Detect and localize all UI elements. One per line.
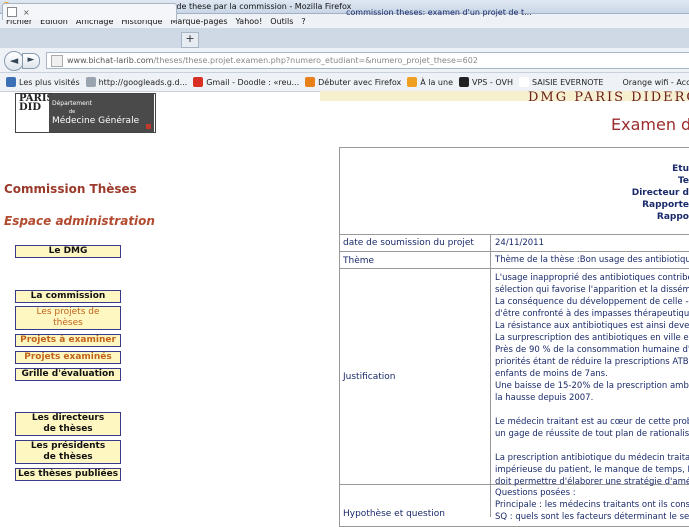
page-title: Examen d'u — [611, 115, 689, 134]
bookmark-label: Gmail - Doodle : «reu... — [206, 77, 300, 87]
bookmark-label: À la une — [420, 77, 453, 87]
tab-strip — [0, 28, 689, 48]
text-line: L'usage inapproprié des antibiotiques co… — [495, 273, 689, 283]
bookmark-icon — [609, 77, 620, 87]
text-line: La surprescription des antibiotiques en … — [495, 333, 689, 343]
text-line: Près de 90 % de la consommation humaine … — [495, 345, 689, 355]
text-line: impérieuse du patient, le manque de temp… — [495, 465, 689, 475]
header-line: Rappo — [656, 212, 689, 222]
hypothese-text: Questions posées : Principale : les médec… — [495, 487, 689, 523]
bookmark-icon — [85, 77, 96, 87]
bookmark-item[interactable]: Débuter avec Firefox — [305, 77, 401, 87]
text-line: enfants de moins de 7ans. — [495, 369, 608, 379]
bookmark-label: Les plus visités — [19, 77, 80, 87]
menu-help[interactable]: ? — [301, 17, 305, 26]
tab-label: commission theses: examen d'un projet de… — [346, 7, 532, 17]
close-tab-icon[interactable]: × — [23, 8, 30, 17]
date-value: 24/11/2011 — [495, 238, 544, 248]
sidebar-link[interactable]: Projets à examiner — [15, 334, 121, 347]
hypothese-label: Hypothèse et question — [343, 509, 445, 519]
text-line: Une baisse de 15-20% de la prescription … — [495, 381, 689, 391]
text-line — [495, 440, 689, 452]
site-favicon-icon — [51, 54, 63, 67]
logo-department-block: Département de Médecine Générale — [49, 94, 154, 132]
bookmark-item[interactable]: Gmail - Doodle : «reu... — [193, 77, 299, 87]
text-line: la hausse depuis 2007. — [495, 393, 594, 403]
bookmark-icon — [519, 77, 529, 87]
bookmark-item[interactable]: Orange wifi - Accueil — [609, 77, 689, 87]
header-line: Rapporte — [642, 200, 689, 210]
url-domain: www.bichat-larib.com — [67, 56, 154, 65]
new-tab-button[interactable]: + — [181, 32, 199, 48]
theme-label: Thème — [343, 256, 375, 266]
text-line: La résistance aux antibiotiques est ains… — [495, 321, 689, 331]
page-icon — [7, 7, 17, 17]
bookmark-icon — [305, 77, 316, 87]
tab-commission-theses[interactable]: commission theses: examen d'un projet de… — [2, 3, 532, 20]
header-line: Directeur d — [631, 188, 689, 198]
sidebar-link[interactable]: La commission — [15, 290, 121, 303]
bookmark-icon — [407, 77, 418, 87]
forward-button[interactable]: ► — [22, 53, 40, 69]
text-line: priorités étant de réduire la prescripti… — [495, 357, 689, 367]
text-line — [495, 404, 689, 416]
text-line: d'être confronté à des impasses thérapeu… — [495, 309, 689, 319]
bookmark-item[interactable]: SAISIE EVERNOTE — [519, 77, 603, 87]
logo-paris-text: PARIS DID — [19, 93, 54, 113]
sidebar-link[interactable]: Les présidents de thèses — [15, 440, 121, 464]
sidebar-subheading: Espace administration — [4, 214, 155, 228]
student-info-block: Etu Te Directeur d Rapporte Rappo — [560, 163, 689, 223]
sidebar-link[interactable]: Les projets de thèses — [15, 306, 121, 330]
bookmark-item[interactable]: À la une — [407, 77, 453, 87]
bookmark-item[interactable]: VPS - OVH — [459, 77, 513, 87]
bookmark-label: SAISIE EVERNOTE — [532, 77, 604, 87]
bookmark-label: Débuter avec Firefox — [318, 77, 402, 87]
table-divider — [339, 268, 689, 269]
url-bar[interactable]: www.bichat-larib.com /theses/these.proje… — [46, 52, 689, 69]
sidebar-link[interactable]: Projets examinés — [15, 351, 121, 364]
sidebar-link[interactable]: Les directeurs de thèses — [15, 412, 121, 436]
logo-line-1: Département — [52, 100, 92, 107]
justification-label: Justification — [343, 372, 396, 382]
text-line: Questions posées : — [495, 488, 576, 498]
bookmark-icon — [459, 77, 469, 87]
table-divider — [339, 251, 689, 252]
sidebar-heading: Commission Thèses — [4, 182, 137, 196]
bookmark-item[interactable]: http://googleads.g.d... — [85, 77, 188, 87]
menu-marque-pages[interactable]: Marque-pages — [170, 17, 227, 26]
bookmark-item[interactable]: Les plus visités — [6, 77, 80, 87]
menu-outils[interactable]: Outils — [270, 17, 293, 26]
date-label: date de soumission du projet — [343, 238, 474, 248]
text-line: La conséquence du développement de celle… — [495, 297, 689, 307]
table-divider — [339, 234, 689, 235]
menu-yahoo[interactable]: Yahoo! — [236, 17, 263, 26]
text-line: sélection qui favorise l'apparition et l… — [495, 285, 689, 295]
bookmark-label: http://googleads.g.d... — [98, 77, 188, 87]
bookmark-icon — [6, 77, 16, 87]
text-line: SQ : quels sont les facteurs déterminant… — [495, 512, 689, 522]
dmg-logo: PARIS DID Département de Médecine Généra… — [15, 93, 156, 133]
sidebar-link[interactable]: Les thèses publiées — [15, 468, 121, 481]
url-path: /theses/these.projet.examen.php?numero_e… — [153, 56, 478, 65]
bookmark-label: Orange wifi - Accueil — [622, 77, 689, 87]
bookmark-icon — [193, 77, 204, 87]
justification-text: L'usage inapproprié des antibiotiques co… — [495, 272, 689, 488]
logo-line-3: Médecine Générale — [52, 116, 140, 126]
dmg-title: DMG PARIS DIDERO — [528, 90, 689, 105]
text-line: Le médecin traitant est au cœur de cette… — [495, 417, 689, 427]
back-button[interactable]: ◄ — [4, 51, 24, 71]
logo-line-2: de — [69, 109, 76, 115]
header-line: Etu — [672, 164, 689, 174]
logo-red-square — [146, 124, 151, 129]
header-line: Te — [677, 176, 689, 186]
text-line: La prescription antibiotique du médecin … — [495, 453, 689, 463]
bookmark-label: VPS - OVH — [472, 77, 513, 87]
text-line: un gage de réussite de tout plan de rati… — [495, 429, 689, 439]
text-line: Principale : les médecins traitants ont … — [495, 500, 689, 510]
theme-value: Thème de la thèse :Bon usage des antibio… — [495, 255, 689, 265]
sidebar-link[interactable]: Grille d'évaluation — [15, 368, 121, 381]
table-column-divider — [490, 234, 491, 517]
sidebar-link[interactable]: Le DMG — [15, 245, 121, 258]
